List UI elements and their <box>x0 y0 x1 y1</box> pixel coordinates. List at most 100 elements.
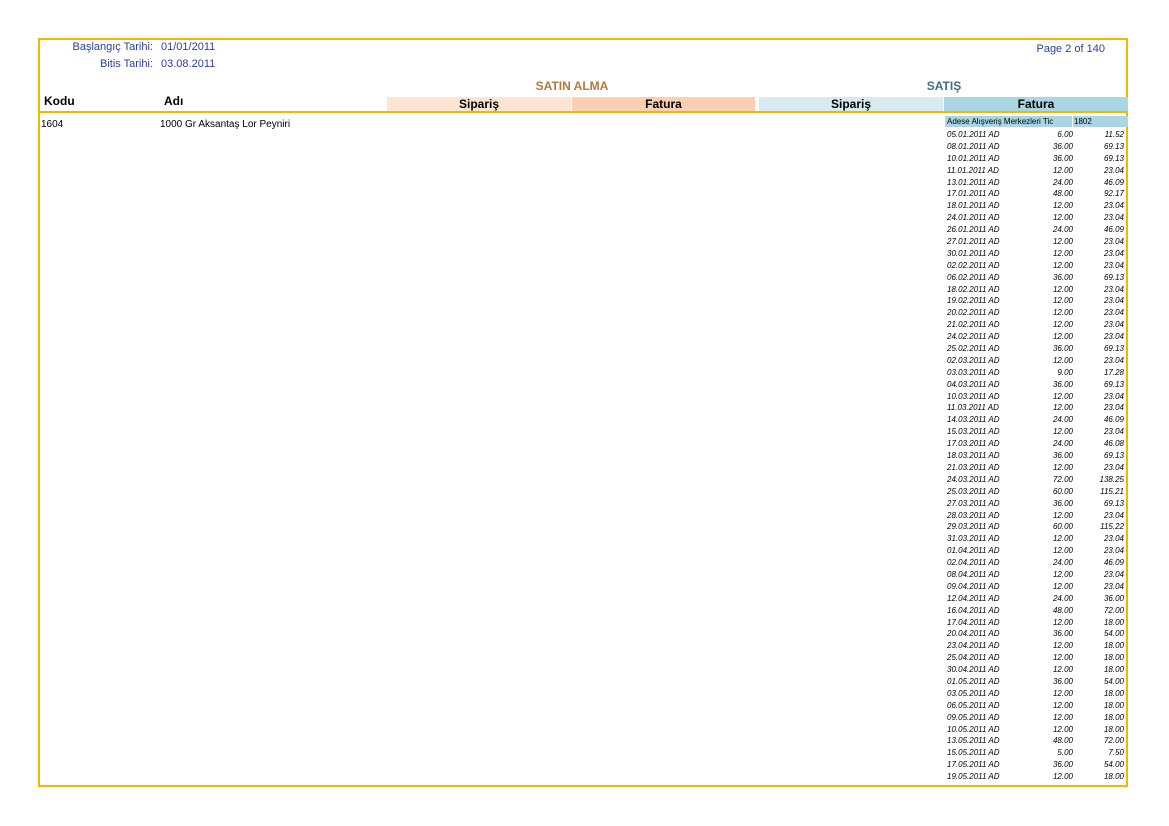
invoice-line: 11.01.2011 AD 12.00 23.04 <box>945 165 1128 177</box>
invoice-line-date: 17.03.2011 AD <box>947 439 1000 449</box>
invoice-line-date: 15.03.2011 AD <box>947 427 1000 437</box>
invoice-line-amount: 18.00 <box>1103 772 1124 782</box>
invoice-line-qty: 12.00 <box>1052 284 1073 294</box>
invoice-line-amount: 23.04 <box>1103 546 1124 556</box>
invoice-line-qty: 24.00 <box>1052 415 1073 425</box>
invoice-line-qty: 12.00 <box>1052 700 1073 710</box>
invoice-line-qty: 9.00 <box>1057 367 1073 377</box>
invoice-line-date: 17.01.2011 AD <box>947 189 1000 199</box>
invoice-line-qty: 12.00 <box>1052 712 1073 722</box>
invoice-line-qty: 48.00 <box>1052 736 1073 746</box>
invoice-line-amount: 23.04 <box>1103 462 1124 472</box>
invoice-line-qty: 12.00 <box>1052 165 1073 175</box>
invoice-line: 28.03.2011 AD 12.00 23.04 <box>945 510 1128 522</box>
invoice-line-date: 02.04.2011 AD <box>947 558 1000 568</box>
invoice-line: 31.03.2011 AD 12.00 23.04 <box>945 533 1128 545</box>
invoice-line-amount: 54.00 <box>1103 629 1124 639</box>
invoice-line: 13.05.2011 AD 48.00 72.00 <box>945 735 1128 747</box>
invoice-line-qty: 48.00 <box>1052 605 1073 615</box>
invoice-line: 19.05.2011 AD 12.00 18.00 <box>945 771 1128 783</box>
invoice-line: 17.03.2011 AD 24.00 46.08 <box>945 438 1128 450</box>
invoice-line: 25.02.2011 AD 36.00 69.13 <box>945 343 1128 355</box>
invoice-line: 13.01.2011 AD 24.00 46.09 <box>945 177 1128 189</box>
invoice-line: 18.03.2011 AD 36.00 69.13 <box>945 450 1128 462</box>
invoice-line-date: 15.05.2011 AD <box>947 748 1000 758</box>
invoice-line-amount: 23.04 <box>1103 403 1124 413</box>
invoice-line-date: 06.02.2011 AD <box>947 272 1000 282</box>
invoice-line-amount: 18.00 <box>1103 712 1124 722</box>
invoice-line-date: 06.05.2011 AD <box>947 700 1000 710</box>
invoice-line-qty: 12.00 <box>1052 260 1073 270</box>
invoice-line: 12.04.2011 AD 24.00 36.00 <box>945 593 1128 605</box>
invoice-line-date: 21.02.2011 AD <box>947 320 1000 330</box>
invoice-line-qty: 12.00 <box>1052 332 1073 342</box>
invoice-line-qty: 36.00 <box>1052 498 1073 508</box>
invoice-line: 08.04.2011 AD 12.00 23.04 <box>945 569 1128 581</box>
invoice-line-qty: 12.00 <box>1052 653 1073 663</box>
invoice-line-qty: 60.00 <box>1052 486 1073 496</box>
invoice-line-amount: 23.04 <box>1103 213 1124 223</box>
invoice-line-amount: 23.04 <box>1103 165 1124 175</box>
invoice-line-amount: 46.09 <box>1103 177 1124 187</box>
invoice-line: 17.05.2011 AD 36.00 54.00 <box>945 759 1128 771</box>
invoice-line-amount: 46.09 <box>1103 225 1124 235</box>
invoice-line: 01.05.2011 AD 36.00 54.00 <box>945 676 1128 688</box>
invoice-line-qty: 12.00 <box>1052 581 1073 591</box>
invoice-line-amount: 23.04 <box>1103 332 1124 342</box>
invoice-line-qty: 12.00 <box>1052 391 1073 401</box>
invoice-line-date: 13.05.2011 AD <box>947 736 1000 746</box>
invoice-line-qty: 12.00 <box>1052 534 1073 544</box>
invoice-line-qty: 12.00 <box>1052 296 1073 306</box>
invoice-line-qty: 36.00 <box>1052 451 1073 461</box>
invoice-line-amount: 23.04 <box>1103 391 1124 401</box>
invoice-line: 09.04.2011 AD 12.00 23.04 <box>945 581 1128 593</box>
invoice-line-date: 04.03.2011 AD <box>947 379 1000 389</box>
invoice-line-date: 11.03.2011 AD <box>947 403 999 413</box>
invoice-line-amount: 36.00 <box>1103 593 1124 603</box>
invoice-line-amount: 23.04 <box>1103 355 1124 365</box>
invoice-line-date: 16.04.2011 AD <box>947 605 1000 615</box>
product-code: 1604 <box>41 119 64 130</box>
invoice-line: 06.05.2011 AD 12.00 18.00 <box>945 700 1128 712</box>
invoice-line-amount: 54.00 <box>1103 676 1124 686</box>
invoice-line-qty: 12.00 <box>1052 724 1073 734</box>
invoice-line-date: 25.04.2011 AD <box>947 653 1000 663</box>
invoice-line: 01.04.2011 AD 12.00 23.04 <box>945 545 1128 557</box>
invoice-line-qty: 12.00 <box>1052 688 1073 698</box>
invoice-line-date: 14.03.2011 AD <box>947 415 1000 425</box>
invoice-line-amount: 23.04 <box>1103 284 1124 294</box>
invoice-line-amount: 115.22 <box>1100 522 1124 532</box>
customer-code: 1802 <box>1074 117 1092 126</box>
invoice-line-date: 20.04.2011 AD <box>947 629 1000 639</box>
invoice-line-amount: 54.00 <box>1103 760 1124 770</box>
invoice-line-date: 08.04.2011 AD <box>947 569 1000 579</box>
invoice-line: 08.01.2011 AD 36.00 69.13 <box>945 141 1128 153</box>
invoice-line-amount: 23.04 <box>1103 237 1124 247</box>
invoice-line: 24.02.2011 AD 12.00 23.04 <box>945 331 1128 343</box>
invoice-line-amount: 69.13 <box>1103 451 1124 461</box>
invoice-line: 02.02.2011 AD 12.00 23.04 <box>945 260 1128 272</box>
invoice-line-amount: 23.04 <box>1103 510 1124 520</box>
invoice-line-amount: 46.09 <box>1103 558 1124 568</box>
invoice-line-date: 17.05.2011 AD <box>947 760 1000 770</box>
invoice-line: 27.01.2011 AD 12.00 23.04 <box>945 236 1128 248</box>
invoice-line-amount: 11.52 <box>1104 130 1124 139</box>
invoice-line-amount: 72.00 <box>1103 736 1124 746</box>
invoice-line-qty: 12.00 <box>1052 641 1073 651</box>
invoice-line-amount: 18.00 <box>1103 724 1124 734</box>
invoice-line-qty: 36.00 <box>1052 676 1073 686</box>
end-date-label: Bitis Tarihi: <box>100 58 153 70</box>
invoice-line: 06.02.2011 AD 36.00 69.13 <box>945 272 1128 284</box>
invoice-line-amount: 23.04 <box>1103 308 1124 318</box>
invoice-line-date: 10.05.2011 AD <box>947 724 1000 734</box>
invoice-line-date: 24.03.2011 AD <box>947 474 1000 484</box>
invoice-line: 21.03.2011 AD 12.00 23.04 <box>945 462 1128 474</box>
invoice-line-date: 10.01.2011 AD <box>947 153 1000 163</box>
invoice-line-qty: 36.00 <box>1052 379 1073 389</box>
invoice-line-qty: 12.00 <box>1052 462 1073 472</box>
purchase-order-header: Sipariş <box>387 97 571 111</box>
invoice-line-qty: 48.00 <box>1052 189 1073 199</box>
invoice-line-date: 17.04.2011 AD <box>947 617 1000 627</box>
code-column-header: Kodu <box>44 94 75 108</box>
invoice-line-qty: 12.00 <box>1052 617 1073 627</box>
